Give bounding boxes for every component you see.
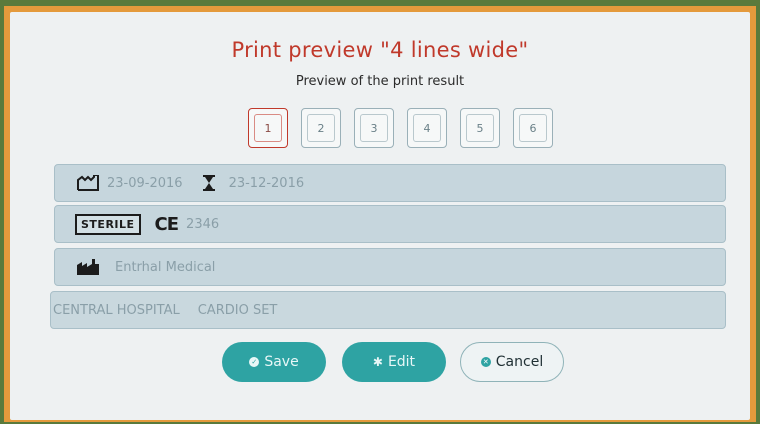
print-line-4: CENTRAL HOSPITAL CARDIO SET xyxy=(50,291,726,329)
close-icon: ✕ xyxy=(480,357,491,367)
date-of-manufacture-icon xyxy=(77,175,99,191)
print-line-1: 23-09-2016 23-12-2016 xyxy=(54,164,726,202)
edit-button[interactable]: ✱ Edit xyxy=(342,342,446,382)
page-label: 1 xyxy=(254,114,282,142)
page-label: 5 xyxy=(466,114,494,142)
page-label: 2 xyxy=(307,114,335,142)
manufacturer-name: Entrhal Medical xyxy=(115,259,216,275)
set-name: CARDIO SET xyxy=(197,302,278,318)
save-button[interactable]: ✓ Save xyxy=(222,342,326,382)
page-button-3[interactable]: 3 xyxy=(354,108,394,148)
hospital-name: CENTRAL HOSPITAL xyxy=(53,302,180,318)
page-selector: 1 2 3 4 5 6 xyxy=(248,108,553,148)
page-label: 6 xyxy=(519,114,547,142)
dialog-title: Print preview "4 lines wide" xyxy=(231,38,529,62)
page-button-4[interactable]: 4 xyxy=(407,108,447,148)
page-button-1[interactable]: 1 xyxy=(248,108,288,148)
save-label: Save xyxy=(264,354,299,370)
page-button-2[interactable]: 2 xyxy=(301,108,341,148)
gear-icon: ✱ xyxy=(372,355,383,369)
page-label: 3 xyxy=(360,114,388,142)
page-button-5[interactable]: 5 xyxy=(460,108,500,148)
ce-number: 2346 xyxy=(186,216,220,232)
cancel-button[interactable]: ✕ Cancel xyxy=(460,342,564,382)
ce-mark: CE xyxy=(154,213,179,235)
print-line-3: Entrhal Medical xyxy=(54,248,726,286)
manufacturer-icon xyxy=(77,259,99,275)
expiry-date: 23-12-2016 xyxy=(228,175,305,191)
print-line-2: STERILE CE 2346 xyxy=(54,205,726,243)
check-icon: ✓ xyxy=(249,357,260,367)
page-button-6[interactable]: 6 xyxy=(513,108,553,148)
manufacture-date: 23-09-2016 xyxy=(107,175,183,191)
dialog-subtitle: Preview of the print result xyxy=(295,74,465,89)
edit-label: Edit xyxy=(387,354,416,370)
hourglass-icon xyxy=(202,175,215,191)
print-preview-dialog: Print preview "4 lines wide" Preview of … xyxy=(10,12,750,420)
sterile-label: STERILE xyxy=(75,213,141,235)
page-label: 4 xyxy=(413,114,441,142)
cancel-label: Cancel xyxy=(495,354,544,370)
